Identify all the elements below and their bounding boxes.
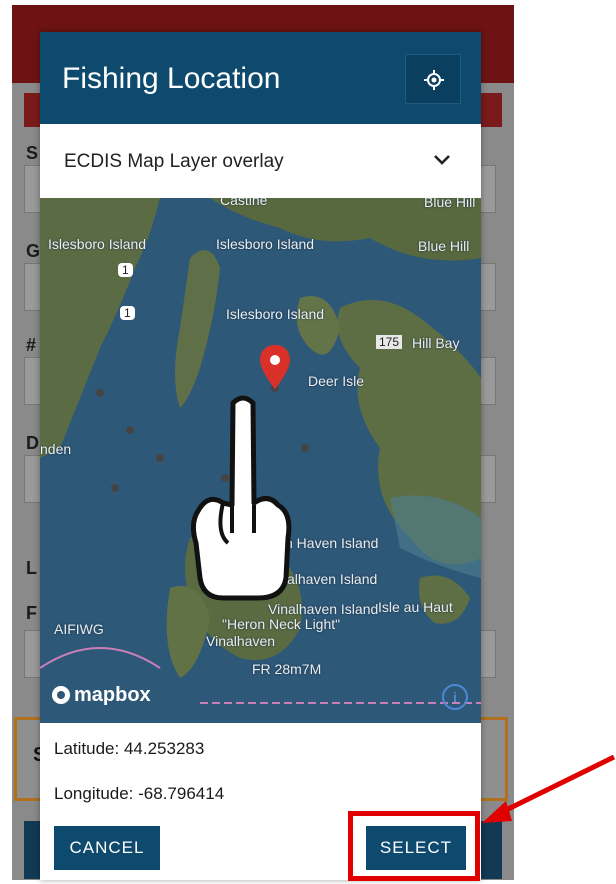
background-label: F xyxy=(26,603,37,623)
chevron-down-icon xyxy=(434,155,450,165)
map-layer-value: ECDIS Map Layer overlay xyxy=(64,151,284,172)
background-label: L xyxy=(26,558,37,578)
location-pin-icon[interactable] xyxy=(260,345,290,389)
tap-hand-icon xyxy=(190,395,292,601)
map-label: Castine xyxy=(220,198,268,208)
map-label: Isle au Haut xyxy=(378,599,453,615)
dialog-title: Fishing Location xyxy=(62,62,281,95)
map-label: nden xyxy=(40,441,72,457)
map-view[interactable]: Castine Islesboro Island Islesboro Islan… xyxy=(40,198,481,723)
map-layer-select[interactable]: ECDIS Map Layer overlay xyxy=(40,124,481,199)
mapbox-text: mapbox xyxy=(74,684,151,706)
map-label: Hill Bay xyxy=(412,335,460,351)
fishing-location-dialog: Fishing Location ECDIS Map Layer overlay xyxy=(40,32,481,880)
dialog-header: Fishing Location xyxy=(40,32,481,124)
cancel-button[interactable]: CANCEL xyxy=(54,826,160,870)
mapbox-logo-icon xyxy=(52,686,70,704)
map-label: alhaven Island xyxy=(287,571,378,587)
background-label: D xyxy=(26,433,39,453)
route-shield: 1 xyxy=(120,306,135,320)
map-label: "Heron Neck Light" xyxy=(222,616,341,632)
map-label: Vinalhaven Island xyxy=(268,601,379,617)
map-info-button[interactable]: i xyxy=(442,684,468,710)
pointer-arrow-icon xyxy=(482,755,616,823)
map-label: Islesboro Island xyxy=(48,236,147,252)
route-shield: 1 xyxy=(118,263,133,277)
map-label: AIFIWG xyxy=(54,621,104,637)
map-label: 175 xyxy=(376,335,403,349)
map-label: n Haven Island xyxy=(285,535,379,551)
latitude-text: Latitude: 44.253283 xyxy=(54,739,205,758)
crosshair-icon xyxy=(424,70,444,90)
map-label: Islesboro Island xyxy=(216,236,315,252)
background-label: # xyxy=(26,335,37,355)
map-label: FR 28m7M xyxy=(252,661,322,677)
longitude-text: Longitude: -68.796414 xyxy=(54,784,225,803)
map-label: Islesboro Island xyxy=(226,306,325,322)
background-label: S xyxy=(26,143,39,163)
select-highlight-box xyxy=(348,811,480,881)
locate-me-button[interactable] xyxy=(405,54,461,104)
map-label: Vinalhaven xyxy=(206,633,276,649)
mapbox-attribution[interactable]: mapbox xyxy=(52,684,151,707)
map-label: Blue Hill xyxy=(418,238,470,254)
background-label: G xyxy=(26,241,41,261)
map-label: Deer Isle xyxy=(308,373,365,389)
map-label: Blue Hill xyxy=(424,198,476,210)
